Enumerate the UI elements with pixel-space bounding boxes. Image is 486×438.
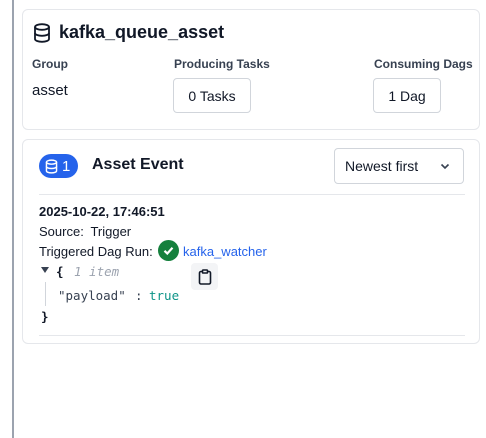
source-value: Trigger — [90, 224, 132, 239]
header-divider — [39, 194, 465, 195]
consuming-dags-label: Consuming Dags — [374, 57, 473, 71]
sort-order-select[interactable]: Newest first — [334, 148, 464, 184]
event-count-badge: 1 — [39, 154, 79, 178]
json-indent-guide — [45, 282, 46, 306]
producing-tasks-button[interactable]: 0 Tasks — [173, 78, 251, 113]
event-source: Source: Trigger — [39, 224, 131, 239]
triggered-dag-run-label: Triggered Dag Run: — [39, 244, 153, 259]
database-icon — [45, 158, 58, 174]
json-key: "payload" — [58, 288, 126, 303]
event-timestamp: 2025-10-22, 17:46:51 — [39, 204, 165, 219]
asset-events-card: 1 Asset Event Newest first 2025-10-22, 1… — [22, 139, 480, 344]
json-value: true — [149, 288, 180, 303]
event-count: 1 — [62, 157, 71, 175]
asset-summary-card: kafka_queue_asset Group asset Producing … — [22, 9, 480, 130]
consuming-dags-button[interactable]: 1 Dag — [373, 78, 441, 113]
dag-run-link[interactable]: kafka_watcher — [183, 244, 267, 259]
clipboard-icon — [198, 268, 211, 285]
source-label: Source: — [39, 224, 84, 239]
chevron-down-icon — [440, 163, 450, 170]
json-collapse-toggle-icon[interactable] — [41, 267, 49, 273]
json-open-brace: { — [56, 264, 64, 279]
group-value: asset — [32, 82, 68, 99]
left-border — [12, 0, 14, 438]
copy-json-button[interactable] — [191, 263, 218, 290]
producing-tasks-label: Producing Tasks — [174, 57, 270, 71]
asset-header: kafka_queue_asset — [33, 22, 224, 43]
asset-title: kafka_queue_asset — [59, 22, 225, 42]
json-close-brace: } — [41, 309, 49, 324]
database-icon — [33, 22, 51, 43]
sort-order-value: Newest first — [345, 158, 419, 174]
json-item-count: 1 item — [74, 264, 120, 279]
success-check-icon — [158, 240, 179, 261]
event-divider — [39, 335, 465, 336]
asset-event-title: Asset Event — [92, 156, 184, 173]
json-colon: : — [135, 288, 143, 303]
group-label: Group — [32, 57, 68, 71]
